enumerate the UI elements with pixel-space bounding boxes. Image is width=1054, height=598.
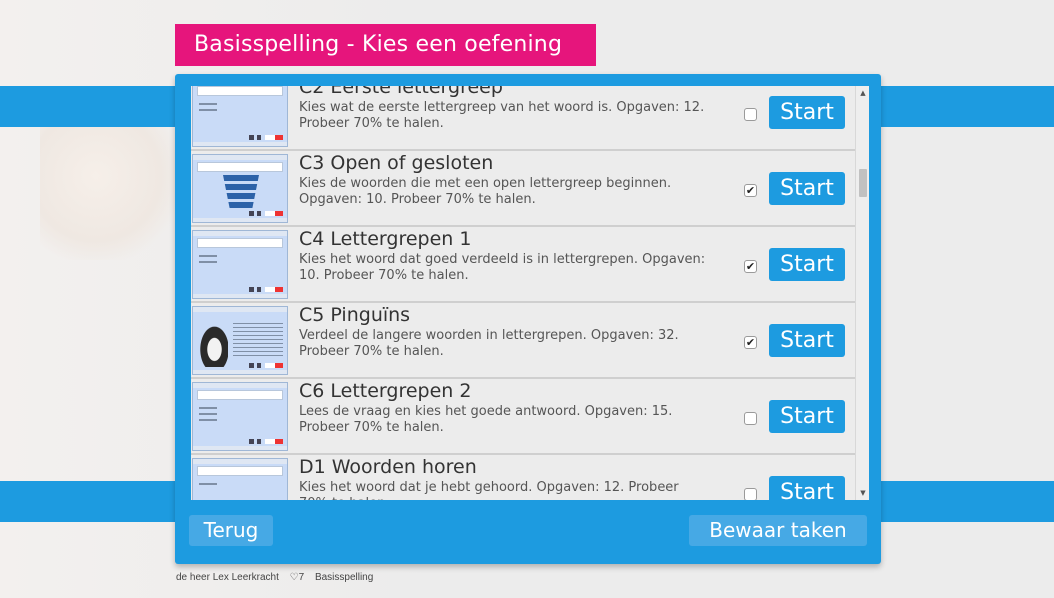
start-button[interactable]: Start bbox=[769, 476, 845, 500]
exercise-description: Kies de woorden die met een open letterg… bbox=[299, 176, 672, 207]
exercise-row-c2: C2 Eerste lettergreep Kies wat de eerste… bbox=[191, 86, 855, 151]
exercise-thumbnail bbox=[192, 154, 288, 223]
exercise-row-c6: C6 Lettergrepen 2 Lees de vraag en kies … bbox=[191, 379, 855, 455]
save-tasks-button[interactable]: Bewaar taken bbox=[689, 515, 867, 546]
exercise-title: D1 Woorden horen bbox=[299, 456, 477, 478]
exercise-description: Verdeel de langere woorden in lettergrep… bbox=[299, 328, 679, 359]
exercise-row-c3: C3 Open of gesloten Kies de woorden die … bbox=[191, 151, 855, 227]
task-checkbox[interactable]: ✔ bbox=[744, 260, 757, 273]
exercise-title: C2 Eerste lettergreep bbox=[299, 86, 503, 98]
exercise-thumbnail bbox=[192, 86, 288, 147]
start-button[interactable]: Start bbox=[769, 96, 845, 129]
scrollbar-thumb[interactable] bbox=[859, 169, 867, 197]
exercise-title: C3 Open of gesloten bbox=[299, 152, 494, 174]
exercise-description: Kies het woord dat je hebt gehoord. Opga… bbox=[299, 480, 679, 500]
exercise-description: Lees de vraag en kies het goede antwoord… bbox=[299, 404, 673, 435]
task-checkbox[interactable] bbox=[744, 412, 757, 425]
exercise-thumbnail bbox=[192, 382, 288, 451]
footer-subject: Basisspelling bbox=[314, 572, 374, 583]
exercise-list[interactable]: C2 Eerste lettergreep Kies wat de eerste… bbox=[191, 86, 869, 500]
exercise-title: C6 Lettergrepen 2 bbox=[299, 380, 472, 402]
task-checkbox[interactable] bbox=[744, 108, 757, 121]
exercise-thumbnail bbox=[192, 230, 288, 299]
exercise-row-c4: C4 Lettergrepen 1 Kies het woord dat goe… bbox=[191, 227, 855, 303]
scroll-down-arrow-icon[interactable]: ▼ bbox=[859, 489, 867, 497]
exercise-title: C4 Lettergrepen 1 bbox=[299, 228, 472, 250]
exercise-rows: C2 Eerste lettergreep Kies wat de eerste… bbox=[191, 86, 855, 500]
page-title: Basisspelling - Kies een oefening bbox=[175, 24, 596, 66]
exercise-thumbnail bbox=[192, 306, 288, 375]
task-checkbox[interactable]: ✔ bbox=[744, 184, 757, 197]
task-checkbox[interactable] bbox=[744, 488, 757, 500]
scroll-up-arrow-icon[interactable]: ▲ bbox=[859, 89, 867, 97]
background-figure bbox=[40, 120, 180, 260]
exercise-thumbnail bbox=[192, 458, 288, 500]
back-button[interactable]: Terug bbox=[189, 515, 273, 546]
task-checkbox[interactable]: ✔ bbox=[744, 336, 757, 349]
footer-user: de heer Lex Leerkracht bbox=[176, 572, 279, 583]
exercise-row-d1: D1 Woorden horen Kies het woord dat je h… bbox=[191, 455, 855, 500]
start-button[interactable]: Start bbox=[769, 248, 845, 281]
list-scrollbar[interactable]: ▲ ▼ bbox=[855, 86, 869, 500]
start-button[interactable]: Start bbox=[769, 400, 845, 433]
footer: de heer Lex Leerkracht ♡7 Basisspelling bbox=[176, 572, 381, 583]
footer-count: ♡7 bbox=[289, 572, 305, 583]
start-button[interactable]: Start bbox=[769, 324, 845, 357]
exercise-description: Kies wat de eerste lettergreep van het w… bbox=[299, 100, 705, 131]
exercise-row-c5: C5 Pinguïns Verdeel de langere woorden i… bbox=[191, 303, 855, 379]
exercise-panel: C2 Eerste lettergreep Kies wat de eerste… bbox=[175, 74, 881, 564]
exercise-description: Kies het woord dat goed verdeeld is in l… bbox=[299, 252, 706, 283]
exercise-title: C5 Pinguïns bbox=[299, 304, 411, 326]
start-button[interactable]: Start bbox=[769, 172, 845, 205]
